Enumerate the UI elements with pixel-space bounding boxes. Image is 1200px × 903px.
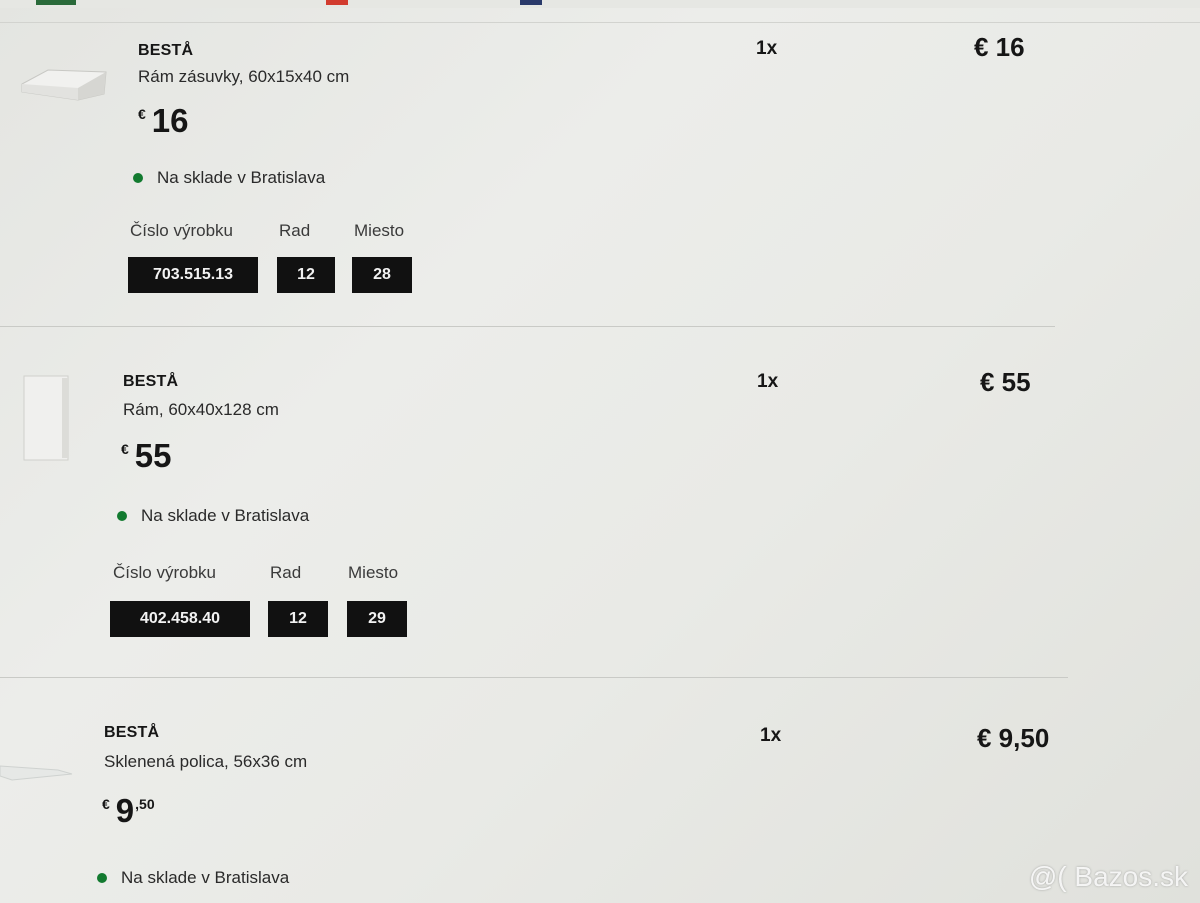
unit-price: € 9 ,50 [102, 794, 155, 827]
product-thumbnail[interactable] [0, 760, 74, 787]
stock-dot-icon [97, 873, 107, 883]
product-description[interactable]: Sklenená polica, 56x36 cm [104, 752, 307, 772]
price-currency: € [102, 796, 110, 812]
cart-item: BESTÅ Sklenená polica, 56x36 cm € 9 ,50 … [0, 0, 1200, 903]
watermark: @( Bazos.sk [1028, 861, 1188, 892]
quantity[interactable]: 1x [760, 725, 781, 747]
stock-status: Na sklade v Bratislava [97, 868, 289, 888]
stock-status-text: Na sklade v Bratislava [121, 868, 290, 887]
price-decimal: ,50 [135, 796, 155, 812]
product-brand[interactable]: BESTÅ [104, 724, 159, 742]
price-integer: 9 [115, 792, 135, 829]
line-total: € 9,50 [977, 723, 1050, 753]
